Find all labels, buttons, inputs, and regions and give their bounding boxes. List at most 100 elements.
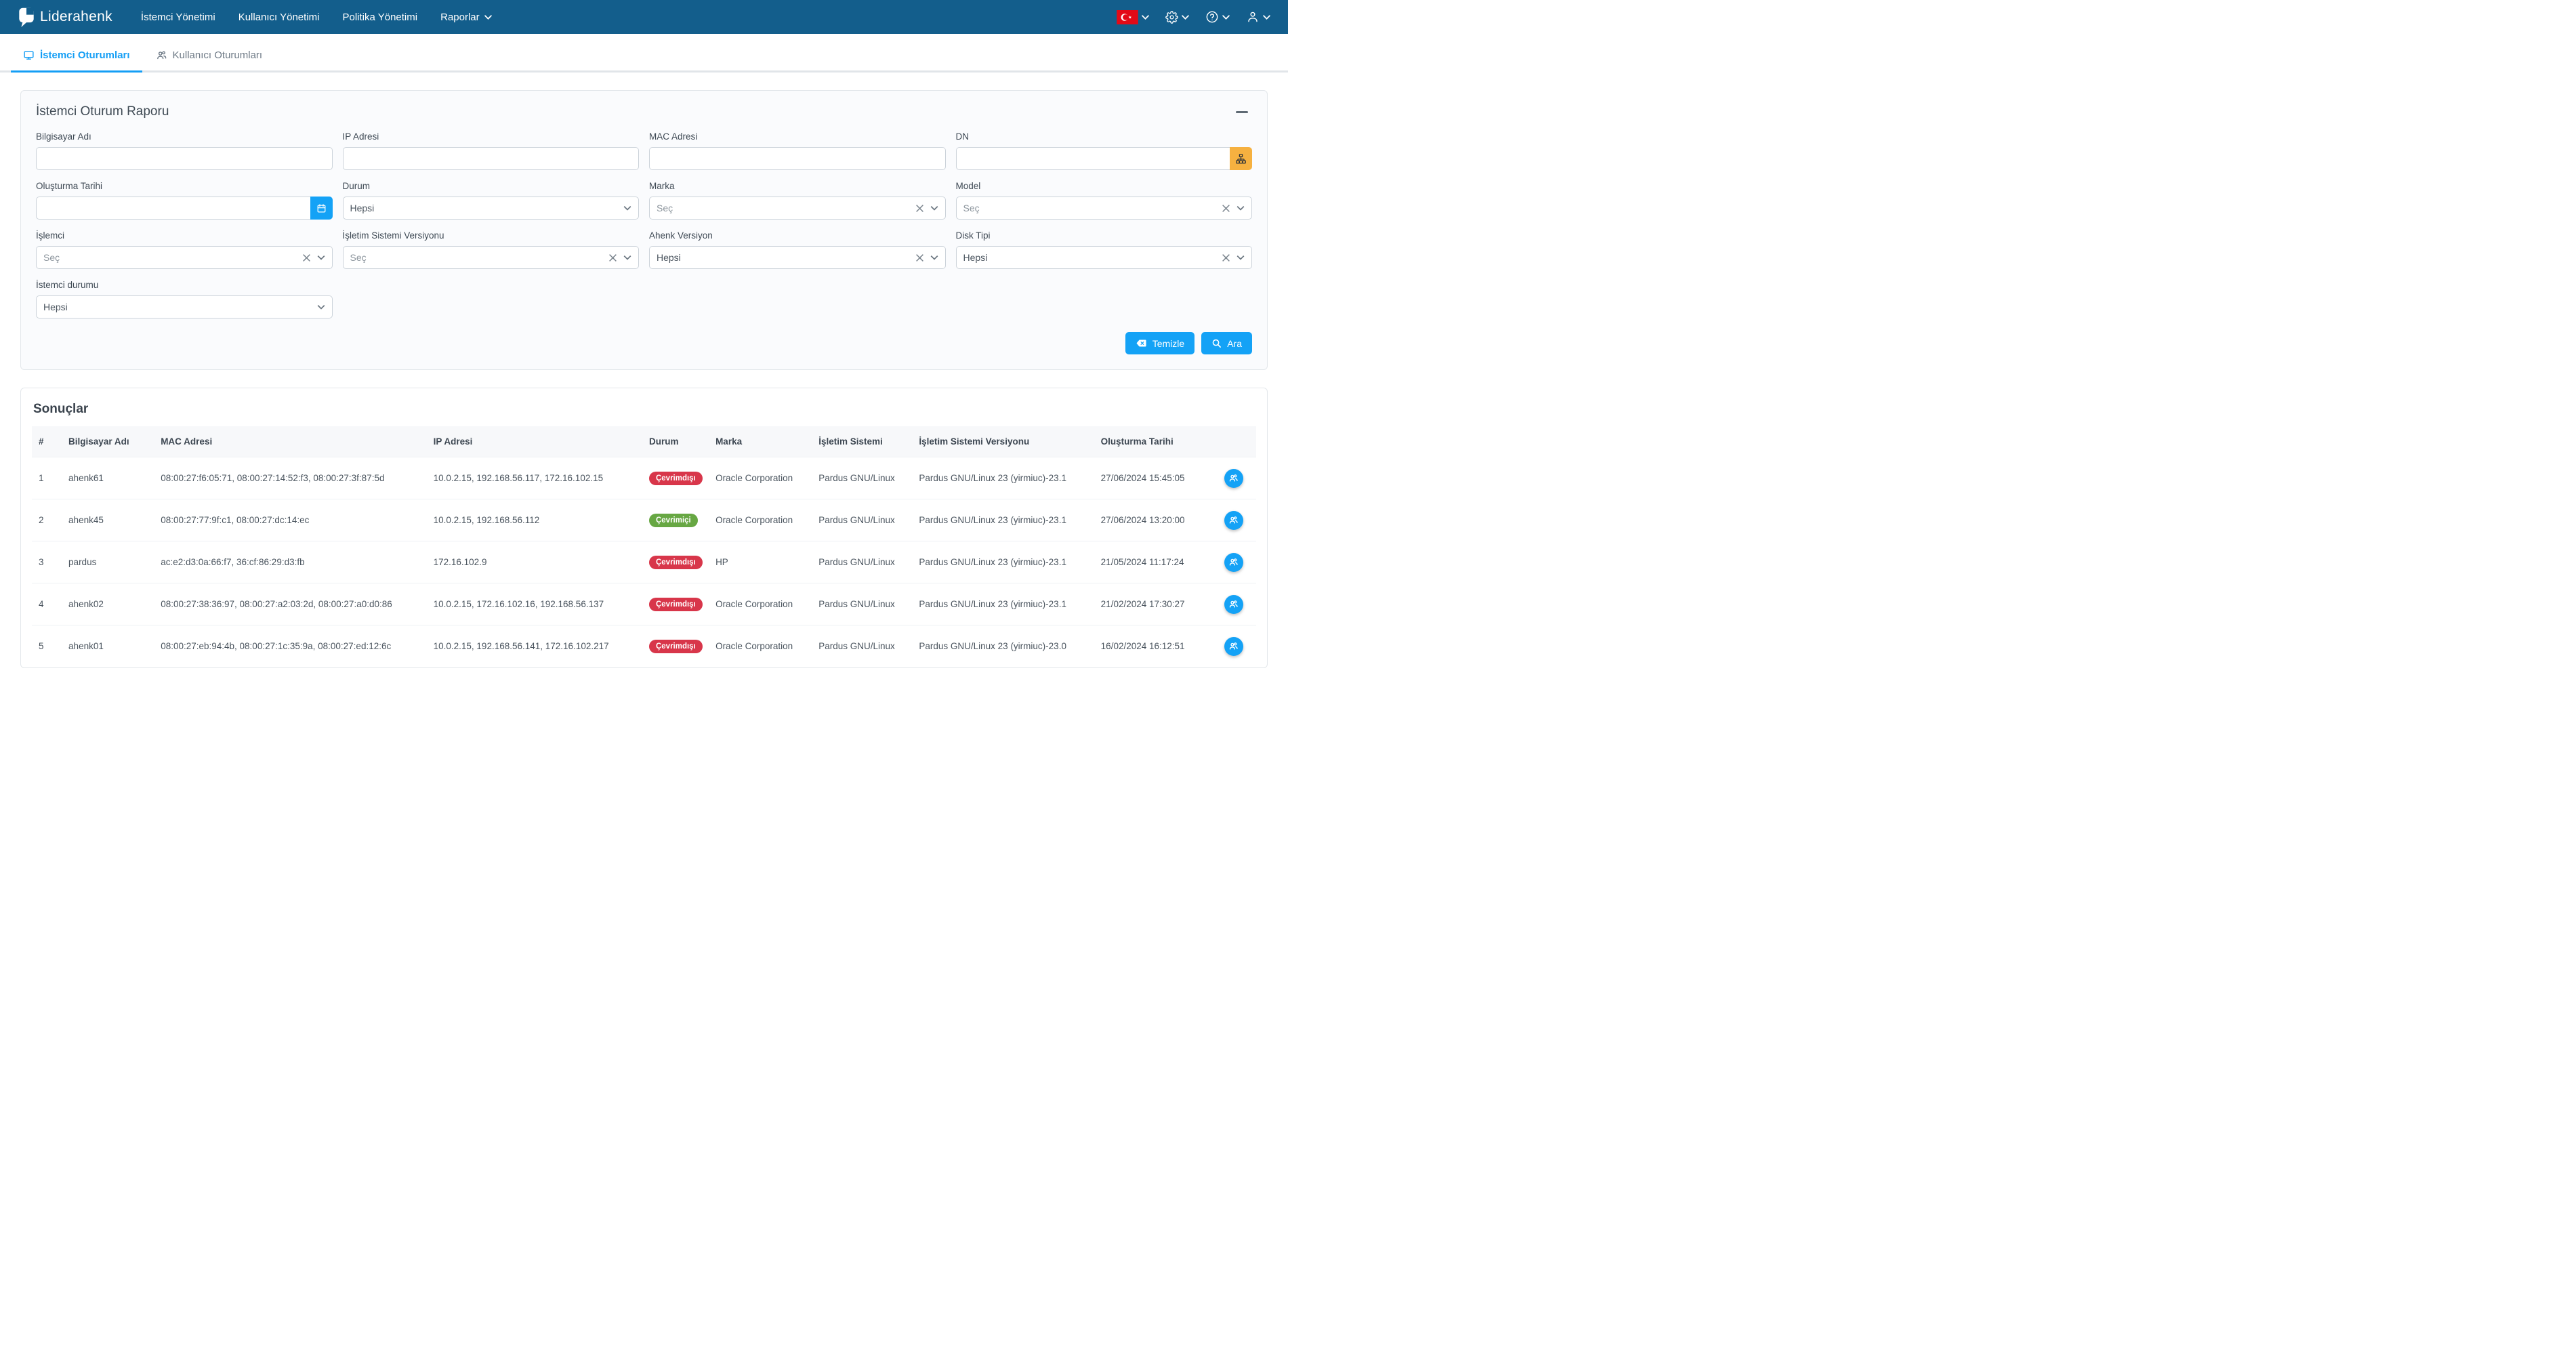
- cell-computer-name: ahenk02: [62, 583, 154, 625]
- user-sessions-button[interactable]: [1224, 553, 1243, 572]
- menu-item-raporlar[interactable]: Raporlar: [440, 12, 492, 23]
- menu-item-kullanici-yonetimi[interactable]: Kullanıcı Yönetimi: [238, 12, 320, 23]
- clear-icon[interactable]: [915, 204, 924, 213]
- cell-ip: 10.0.2.15, 192.168.56.117, 172.16.102.15: [427, 457, 642, 499]
- gear-icon: [1165, 11, 1178, 24]
- users-icon: [1228, 641, 1239, 651]
- tab-kullanici-oturumlari[interactable]: Kullanıcı Oturumları: [148, 49, 271, 73]
- cell-brand: Oracle Corporation: [709, 499, 812, 541]
- cell-created: 21/05/2024 11:17:24: [1094, 541, 1218, 583]
- clear-icon[interactable]: [1222, 204, 1230, 213]
- cell-status: Çevrimdışı: [642, 457, 709, 499]
- status-badge: Çevrimdışı: [649, 640, 703, 653]
- cell-os-version: Pardus GNU/Linux 23 (yirmiuc)-23.1: [912, 541, 1094, 583]
- search-button[interactable]: Ara: [1201, 332, 1252, 354]
- cell-action: [1218, 499, 1256, 541]
- users-icon: [1228, 557, 1239, 567]
- field-istemci-durumu: İstemci durumu Hepsi: [36, 280, 333, 318]
- calendar-icon: [316, 203, 327, 213]
- agent-version-select[interactable]: Hepsi: [649, 246, 946, 269]
- cell-status: Çevrimdışı: [642, 625, 709, 667]
- menu-item-istemci-yonetimi[interactable]: İstemci Yönetimi: [141, 12, 215, 23]
- user-menu[interactable]: [1246, 10, 1270, 24]
- cell-status: Çevrimdışı: [642, 541, 709, 583]
- cell-computer-name: ahenk01: [62, 625, 154, 667]
- status-badge: Çevrimdışı: [649, 472, 703, 485]
- help-menu[interactable]: [1205, 10, 1230, 24]
- client-status-select[interactable]: Hepsi: [36, 295, 333, 318]
- navbar-right: [1117, 10, 1270, 24]
- monitor-icon: [23, 49, 35, 61]
- clear-icon[interactable]: [302, 253, 311, 262]
- menu-item-politika-yonetimi[interactable]: Politika Yönetimi: [342, 12, 417, 23]
- language-selector[interactable]: [1117, 10, 1149, 24]
- table-row: 4 ahenk02 08:00:27:38:36:97, 08:00:27:a2…: [32, 583, 1256, 625]
- user-sessions-button[interactable]: [1224, 469, 1243, 488]
- user-sessions-button[interactable]: [1224, 637, 1243, 656]
- chevron-down-icon: [1222, 15, 1230, 20]
- table-header-row: # Bilgisayar Adı MAC Adresi IP Adresi Du…: [32, 426, 1256, 457]
- collapse-card-button[interactable]: [1236, 111, 1248, 113]
- results-card: Sonuçlar # Bilgisayar Adı MAC Adresi IP …: [20, 388, 1268, 668]
- col-marka: Marka: [709, 426, 812, 457]
- cell-brand: Oracle Corporation: [709, 457, 812, 499]
- field-marka: Marka Seç: [649, 181, 946, 220]
- mac-address-input[interactable]: [657, 148, 938, 169]
- clear-button[interactable]: Temizle: [1125, 332, 1194, 354]
- chevron-down-icon: [1182, 15, 1189, 20]
- cell-ip: 172.16.102.9: [427, 541, 642, 583]
- users-icon: [156, 49, 167, 61]
- table-row: 1 ahenk61 08:00:27:f6:05:71, 08:00:27:14…: [32, 457, 1256, 499]
- cell-action: [1218, 457, 1256, 499]
- cpu-select[interactable]: Seç: [36, 246, 333, 269]
- brand-logo[interactable]: Liderahenk: [18, 7, 112, 28]
- cell-os: Pardus GNU/Linux: [812, 499, 912, 541]
- tab-istemci-oturumlari[interactable]: İstemci Oturumları: [15, 49, 138, 73]
- settings-menu[interactable]: [1165, 11, 1189, 24]
- status-select[interactable]: Hepsi: [343, 197, 640, 220]
- clear-icon[interactable]: [1222, 253, 1230, 262]
- os-version-select[interactable]: Seç: [343, 246, 640, 269]
- field-disk-tipi: Disk Tipi Hepsi: [956, 230, 1253, 269]
- cell-ip: 10.0.2.15, 192.168.56.112: [427, 499, 642, 541]
- results-table-body: 1 ahenk61 08:00:27:f6:05:71, 08:00:27:14…: [32, 457, 1256, 667]
- date-picker-button[interactable]: [310, 197, 333, 220]
- chevron-down-icon: [1237, 255, 1245, 260]
- brand-select[interactable]: Seç: [649, 197, 946, 220]
- cell-mac: 08:00:27:f6:05:71, 08:00:27:14:52:f3, 08…: [154, 457, 426, 499]
- status-badge: Çevrimiçi: [649, 514, 698, 527]
- chevron-down-icon: [317, 304, 325, 310]
- disk-type-select[interactable]: Hepsi: [956, 246, 1253, 269]
- filter-card-title: İstemci Oturum Raporu: [36, 104, 169, 119]
- col-isletim-sistemi-versiyonu: İşletim Sistemi Versiyonu: [912, 426, 1094, 457]
- field-islemci: İşlemci Seç: [36, 230, 333, 269]
- user-sessions-button[interactable]: [1224, 511, 1243, 530]
- creation-date-input[interactable]: [43, 197, 304, 219]
- filter-card: İstemci Oturum Raporu Bilgisayar Adı IP …: [20, 90, 1268, 370]
- cell-mac: 08:00:27:38:36:97, 08:00:27:a2:03:2d, 08…: [154, 583, 426, 625]
- cell-status: Çevrimdışı: [642, 583, 709, 625]
- brand-name: Liderahenk: [40, 9, 112, 25]
- dn-tree-picker-button[interactable]: [1230, 147, 1252, 170]
- cell-computer-name: ahenk45: [62, 499, 154, 541]
- col-ip-adresi: IP Adresi: [427, 426, 642, 457]
- computer-name-input[interactable]: [43, 148, 325, 169]
- col-isletim-sistemi: İşletim Sistemi: [812, 426, 912, 457]
- cell-ip: 10.0.2.15, 192.168.56.141, 172.16.102.21…: [427, 625, 642, 667]
- user-sessions-button[interactable]: [1224, 595, 1243, 614]
- clear-icon[interactable]: [608, 253, 617, 262]
- cell-action: [1218, 541, 1256, 583]
- cell-os: Pardus GNU/Linux: [812, 583, 912, 625]
- cell-created: 16/02/2024 16:12:51: [1094, 625, 1218, 667]
- cell-computer-name: pardus: [62, 541, 154, 583]
- cell-action: [1218, 625, 1256, 667]
- ip-address-input[interactable]: [350, 148, 632, 169]
- cell-mac: 08:00:27:eb:94:4b, 08:00:27:1c:35:9a, 08…: [154, 625, 426, 667]
- model-select[interactable]: Seç: [956, 197, 1253, 220]
- clear-icon[interactable]: [915, 253, 924, 262]
- field-durum: Durum Hepsi: [343, 181, 640, 220]
- cell-created: 27/06/2024 15:45:05: [1094, 457, 1218, 499]
- cell-computer-name: ahenk61: [62, 457, 154, 499]
- cell-brand: Oracle Corporation: [709, 625, 812, 667]
- dn-input[interactable]: [963, 148, 1224, 169]
